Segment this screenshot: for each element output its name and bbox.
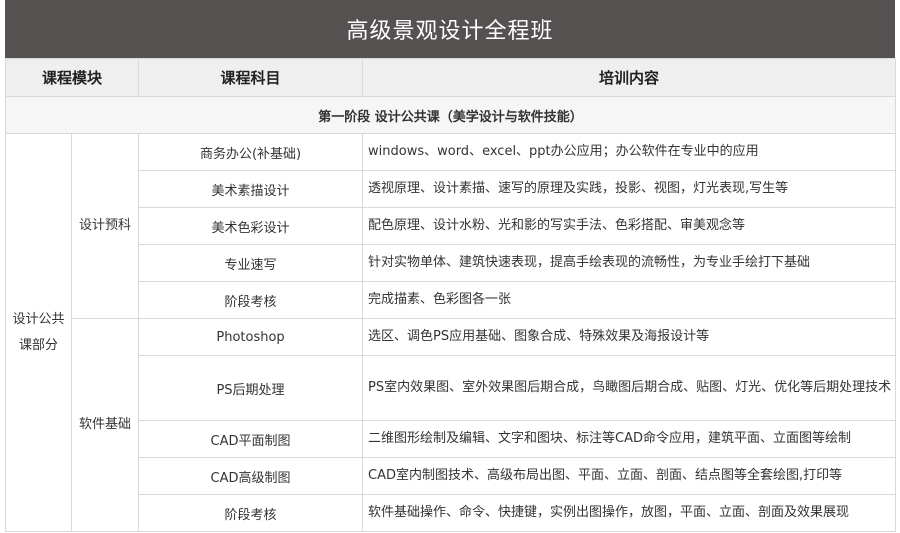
content-cell: 选区、调色PS应用基础、图象合成、特殊效果及海报设计等 xyxy=(362,318,897,356)
content-cell: 针对实物单体、建筑快速表现，提高手绘表现的流畅性，为专业手绘打下基础 xyxy=(362,244,897,282)
group-cell: 设计公共课部分 xyxy=(5,133,72,532)
header-subject: 课程科目 xyxy=(138,58,364,97)
content-cell: CAD室内制图技术、高级布局出图、平面、立面、剖面、结点图等全套绘图,打印等 xyxy=(362,457,897,495)
course-table: 课程模块 课程科目 培训内容 第一阶段 设计公共课（美学设计与软件技能） 设计公… xyxy=(4,58,897,532)
submodule-design-prep: 设计预科 xyxy=(70,133,140,319)
content-cell: windows、word、excel、ppt办公应用；办公软件在专业中的应用 xyxy=(362,133,897,171)
content-cell: 配色原理、设计水粉、光和影的写实手法、色彩搭配、审美观念等 xyxy=(362,207,897,245)
table-row: 美术素描设计 透视原理、设计素描、速写的原理及实践，投影、视图，灯光表现,写生等 xyxy=(6,170,897,208)
subject-cell: PS后期处理 xyxy=(138,355,364,421)
table-row: 设计公共课部分 设计预科 商务办公(补基础) windows、word、exce… xyxy=(5,133,897,532)
content-cell: 软件基础操作、命令、快捷键，实例出图操作，放图，平面、立面、剖面及效果展现 xyxy=(362,494,897,532)
table-row: 阶段考核 软件基础操作、命令、快捷键，实例出图操作，放图，平面、立面、剖面及效果… xyxy=(6,494,897,532)
course-table-container: 高级景观设计全程班 课程模块 课程科目 培训内容 第一阶段 设计公共课（美学设计… xyxy=(4,0,897,532)
table-row: CAD高级制图 CAD室内制图技术、高级布局出图、平面、立面、剖面、结点图等全套… xyxy=(6,457,897,495)
table-title: 高级景观设计全程班 xyxy=(5,0,895,58)
subject-cell: 专业速写 xyxy=(138,244,364,282)
table-row: 美术色彩设计 配色原理、设计水粉、光和影的写实手法、色彩搭配、审美观念等 xyxy=(6,207,897,245)
table-row: 阶段考核 完成描素、色彩图各一张 xyxy=(6,281,897,319)
table-row: 软件基础 Photoshop 选区、调色PS应用基础、图象合成、特殊效果及海报设… xyxy=(6,318,897,532)
subject-cell: 美术素描设计 xyxy=(138,170,364,208)
subject-cell: CAD高级制图 xyxy=(138,457,364,495)
stage-row: 第一阶段 设计公共课（美学设计与软件技能） xyxy=(4,96,897,134)
subject-cell: 阶段考核 xyxy=(138,281,364,319)
table-row: CAD平面制图 二维图形绘制及编辑、文字和图块、标注等CAD命令应用，建筑平面、… xyxy=(6,420,897,458)
subject-cell: 商务办公(补基础) xyxy=(138,133,364,171)
subject-cell: 阶段考核 xyxy=(138,494,364,532)
header-row: 课程模块 课程科目 培训内容 xyxy=(4,58,897,97)
table-row: PS后期处理 PS室内效果图、室外效果图后期合成，鸟瞰图后期合成、贴图、灯光、优… xyxy=(6,355,897,421)
subject-cell: Photoshop xyxy=(138,318,364,356)
content-cell: 透视原理、设计素描、速写的原理及实践，投影、视图，灯光表现,写生等 xyxy=(362,170,897,208)
subject-cell: 美术色彩设计 xyxy=(138,207,364,245)
content-cell: PS室内效果图、室外效果图后期合成，鸟瞰图后期合成、贴图、灯光、优化等后期处理技… xyxy=(362,355,897,421)
header-module: 课程模块 xyxy=(4,58,140,97)
stage-title: 第一阶段 设计公共课（美学设计与软件技能） xyxy=(4,96,897,134)
subject-cell: CAD平面制图 xyxy=(138,420,364,458)
submodule-software: 软件基础 xyxy=(70,318,140,532)
content-cell: 完成描素、色彩图各一张 xyxy=(362,281,897,319)
header-content: 培训内容 xyxy=(362,58,897,97)
table-row: 专业速写 针对实物单体、建筑快速表现，提高手绘表现的流畅性，为专业手绘打下基础 xyxy=(6,244,897,282)
content-cell: 二维图形绘制及编辑、文字和图块、标注等CAD命令应用，建筑平面、立面图等绘制 xyxy=(362,420,897,458)
